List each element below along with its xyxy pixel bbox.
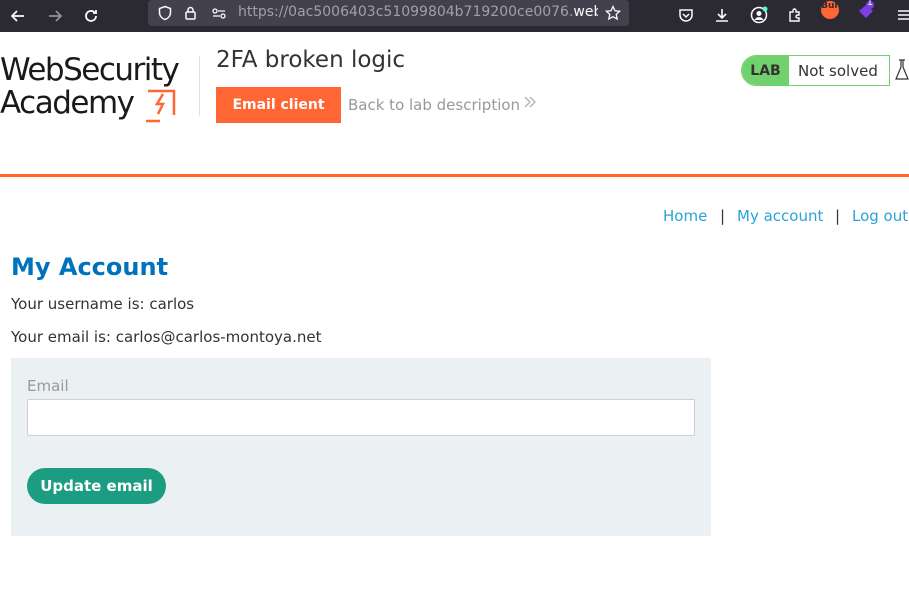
back-to-lab-description-link[interactable]: Back to lab description — [348, 96, 520, 114]
top-navigation: Home | My account | Log out — [0, 207, 909, 229]
page-title: My Account — [11, 253, 169, 281]
nav-log-out-link[interactable]: Log out — [852, 207, 908, 225]
username-text: Your username is: carlos — [11, 295, 195, 313]
back-arrow-icon[interactable] — [6, 4, 30, 28]
forward-arrow-icon[interactable] — [43, 4, 67, 28]
update-email-button[interactable]: Update email — [27, 468, 166, 504]
double-chevron-right-icon — [523, 95, 537, 113]
email-text: Your email is: carlos@carlos-montoya.net — [11, 328, 322, 346]
lab-badge: LAB — [742, 56, 789, 85]
nav-separator: | — [720, 207, 726, 225]
nav-home-link[interactable]: Home — [663, 207, 707, 225]
header-divider — [199, 56, 200, 116]
email-input[interactable] — [27, 399, 695, 436]
address-bar[interactable]: https://0ac5006403c51099804b719200ce0076… — [148, 0, 629, 26]
extension-count-badge: 1 — [867, 0, 873, 8]
nav-separator: | — [835, 207, 841, 225]
extensions-icon[interactable] — [784, 4, 806, 26]
lab-status-widget: LAB Not solved — [741, 55, 909, 86]
lab-title: 2FA broken logic — [216, 47, 406, 73]
account-icon[interactable] — [748, 4, 770, 26]
logo-lightning-icon — [146, 89, 176, 123]
burp-badge: Bur — [821, 1, 839, 19]
nav-my-account-link[interactable]: My account — [737, 207, 823, 225]
shield-icon[interactable] — [154, 2, 176, 24]
download-icon[interactable] — [711, 4, 733, 26]
burp-extension-icon[interactable]: Bur — [819, 0, 841, 20]
url-text[interactable]: https://0ac5006403c51099804b719200ce0076… — [238, 4, 598, 20]
email-client-button[interactable]: Email client — [216, 87, 341, 123]
permissions-icon[interactable] — [208, 2, 230, 24]
pocket-icon[interactable] — [675, 4, 697, 26]
menu-icon[interactable] — [893, 4, 909, 26]
email-field-label: Email — [27, 377, 69, 395]
header-separator — [0, 174, 909, 177]
bookmark-star-icon[interactable] — [602, 2, 624, 24]
browser-toolbar: https://0ac5006403c51099804b719200ce0076… — [0, 0, 909, 32]
extension-badge-icon[interactable]: 1 — [855, 0, 877, 22]
logo-text-line2: Academy — [0, 85, 135, 121]
web-security-academy-logo[interactable]: WebSecurity Academy — [0, 52, 200, 124]
lab-status-text: Not solved — [798, 62, 878, 80]
reload-icon[interactable] — [79, 4, 103, 28]
lock-icon[interactable] — [180, 2, 202, 24]
update-email-form: Email Update email — [11, 358, 711, 536]
flask-icon — [889, 55, 909, 86]
logo-text-line1: WebSecurity — [0, 52, 180, 88]
